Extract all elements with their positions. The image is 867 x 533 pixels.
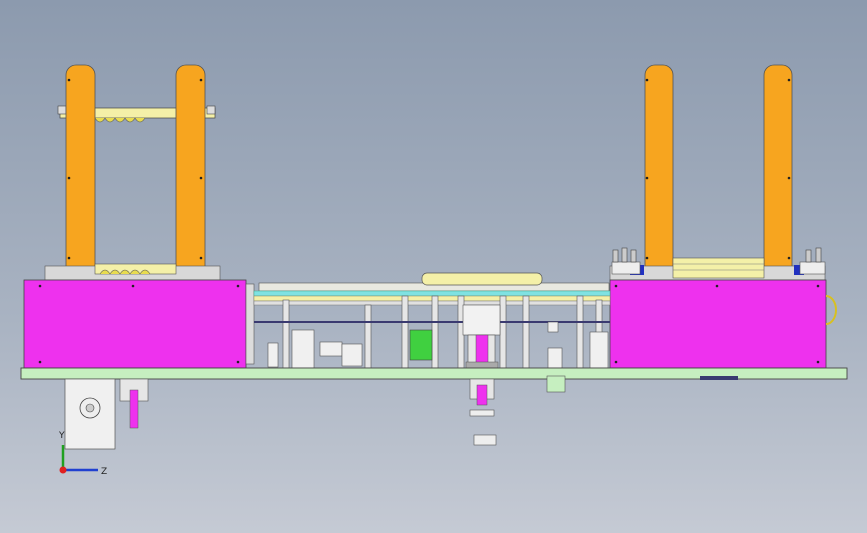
right-lower-bar (700, 376, 738, 380)
right-post-b (763, 64, 793, 281)
right-handle (825, 295, 837, 325)
right-lower-rail (609, 257, 826, 281)
axis-z-label: Z (101, 467, 107, 477)
center-lower-cylinder (469, 378, 497, 446)
assembly-drawing: Y Z (20, 64, 848, 477)
left-motor (64, 378, 149, 450)
axis-y-label: Y (58, 431, 65, 441)
green-block (409, 329, 433, 361)
right-post-a (644, 64, 674, 281)
cad-viewport[interactable]: Y Z (0, 0, 867, 533)
left-post-b (175, 64, 206, 281)
left-housing (23, 279, 247, 369)
left-lower-rail (44, 263, 221, 281)
right-housing (609, 279, 827, 369)
central-actuator (462, 304, 501, 369)
left-post-a (65, 64, 96, 281)
left-housing-side (245, 283, 255, 365)
right-lower-fitting (546, 375, 566, 393)
